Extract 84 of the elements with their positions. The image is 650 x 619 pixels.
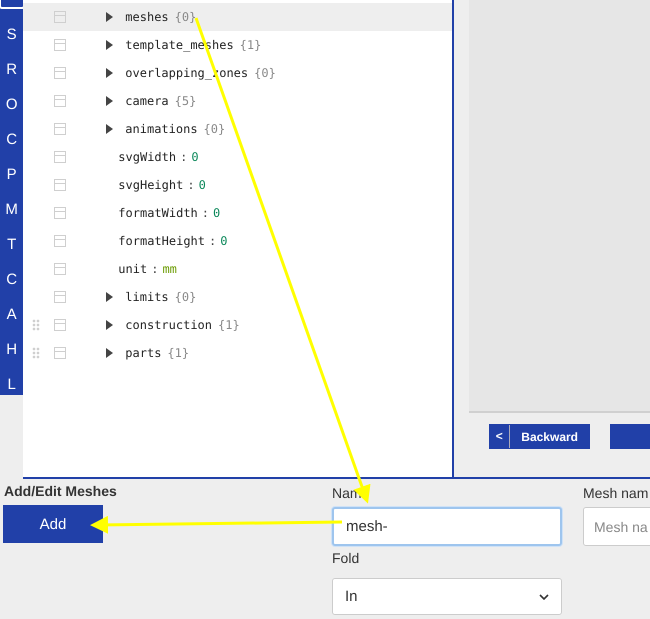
- tree-row[interactable]: svgHeight : 0: [23, 171, 452, 199]
- sidebar-item[interactable]: T: [7, 227, 16, 262]
- tree-key: formatWidth: [118, 206, 198, 220]
- tree-key: camera: [125, 94, 169, 108]
- checkbox-icon[interactable]: [54, 39, 66, 51]
- tree-key: parts: [125, 346, 162, 360]
- sidebar-item[interactable]: H: [6, 332, 18, 367]
- checkbox-icon[interactable]: [54, 179, 66, 191]
- tree-row[interactable]: limits {0}: [23, 283, 452, 311]
- tree-key: unit: [118, 262, 148, 276]
- tree-row[interactable]: construction {1}: [23, 311, 452, 339]
- tree-value: mm: [162, 262, 177, 276]
- sidebar-item[interactable]: A: [6, 297, 17, 332]
- drag-handle-icon[interactable]: [32, 347, 40, 359]
- item-count: {1}: [218, 318, 240, 332]
- expand-arrow-icon[interactable]: [106, 124, 114, 134]
- name-field[interactable]: mesh-: [332, 507, 562, 546]
- expand-arrow-icon[interactable]: [106, 320, 114, 330]
- sidebar-item[interactable]: P: [6, 157, 17, 192]
- item-count: {0}: [174, 290, 196, 304]
- tree-row[interactable]: animations {0}: [23, 115, 452, 143]
- checkbox-icon[interactable]: [54, 123, 66, 135]
- fold-select[interactable]: In: [332, 578, 562, 615]
- separator: :: [180, 150, 188, 164]
- sidebar-item[interactable]: C: [6, 262, 18, 297]
- item-count: {0}: [174, 10, 196, 24]
- sidebar-item[interactable]: L: [7, 367, 16, 395]
- tree-row[interactable]: meshes {0}: [23, 3, 452, 31]
- tree-value: 0: [198, 178, 206, 192]
- field-label: Mesh nam: [583, 485, 648, 503]
- tree-value: 0: [213, 206, 220, 220]
- checkbox-icon[interactable]: [54, 11, 66, 23]
- chevron-icon: [539, 594, 549, 600]
- tree-row[interactable]: formatWidth : 0: [23, 199, 452, 227]
- checkbox-icon[interactable]: [54, 151, 66, 163]
- checkbox-icon[interactable]: [54, 347, 66, 359]
- tree-value: 0: [220, 234, 228, 248]
- item-count: {0}: [204, 122, 226, 136]
- tree-value: 0: [191, 150, 199, 164]
- tree-row[interactable]: formatHeight : 0: [23, 227, 452, 255]
- tree-key: formatHeight: [118, 234, 205, 248]
- add-button[interactable]: Add: [3, 505, 103, 543]
- tree-row[interactable]: camera {5}: [23, 87, 452, 115]
- checkbox-icon[interactable]: [54, 263, 66, 275]
- tree-key: limits: [125, 290, 169, 304]
- expand-arrow-icon[interactable]: [106, 12, 114, 22]
- checkbox-icon[interactable]: [54, 235, 66, 247]
- checkbox-icon[interactable]: [54, 207, 66, 219]
- expand-arrow-icon[interactable]: [106, 292, 114, 302]
- drag-handle-icon[interactable]: [32, 319, 40, 331]
- separator: :: [202, 206, 210, 220]
- backward-button[interactable]: < Backward: [489, 424, 590, 449]
- tree-row[interactable]: svgWidth : 0: [23, 143, 452, 171]
- checkbox-icon[interactable]: [54, 95, 66, 107]
- sidebar-item[interactable]: S: [6, 17, 17, 52]
- tree-key: svgHeight: [118, 178, 184, 192]
- tree-key: meshes: [125, 10, 169, 24]
- mesh-name-field[interactable]: Mesh na: [583, 507, 650, 546]
- separator: :: [151, 262, 158, 276]
- checkbox-icon[interactable]: [54, 319, 66, 331]
- sidebar-item[interactable]: M: [5, 192, 18, 227]
- checkbox-icon[interactable]: [54, 67, 66, 79]
- sidebar-item[interactable]: R: [6, 52, 18, 87]
- form-title: Add/Edit Meshes: [4, 483, 118, 501]
- tree-key: svgWidth: [118, 150, 176, 164]
- field-label: Fold: [332, 550, 360, 568]
- sidebar-item[interactable]: O: [6, 87, 18, 122]
- expand-arrow-icon[interactable]: [106, 68, 114, 78]
- item-count: {1}: [240, 38, 262, 52]
- item-count: {1}: [167, 346, 190, 360]
- tree-row[interactable]: unit : mm: [23, 255, 452, 283]
- item-count: {0}: [254, 66, 276, 80]
- expand-arrow-icon[interactable]: [106, 40, 114, 50]
- checkbox-icon[interactable]: [54, 291, 66, 303]
- tree-row[interactable]: parts {1}: [23, 339, 452, 367]
- expand-arrow-icon[interactable]: [106, 348, 114, 358]
- nav-button[interactable]: [610, 424, 650, 449]
- sidebar-item[interactable]: C: [6, 122, 18, 157]
- separator: :: [187, 178, 195, 192]
- item-count: {5}: [174, 94, 196, 108]
- tree-key: construction: [125, 318, 212, 332]
- tree-key: animations: [125, 122, 198, 136]
- separator: :: [209, 234, 216, 248]
- expand-arrow-icon[interactable]: [106, 96, 114, 106]
